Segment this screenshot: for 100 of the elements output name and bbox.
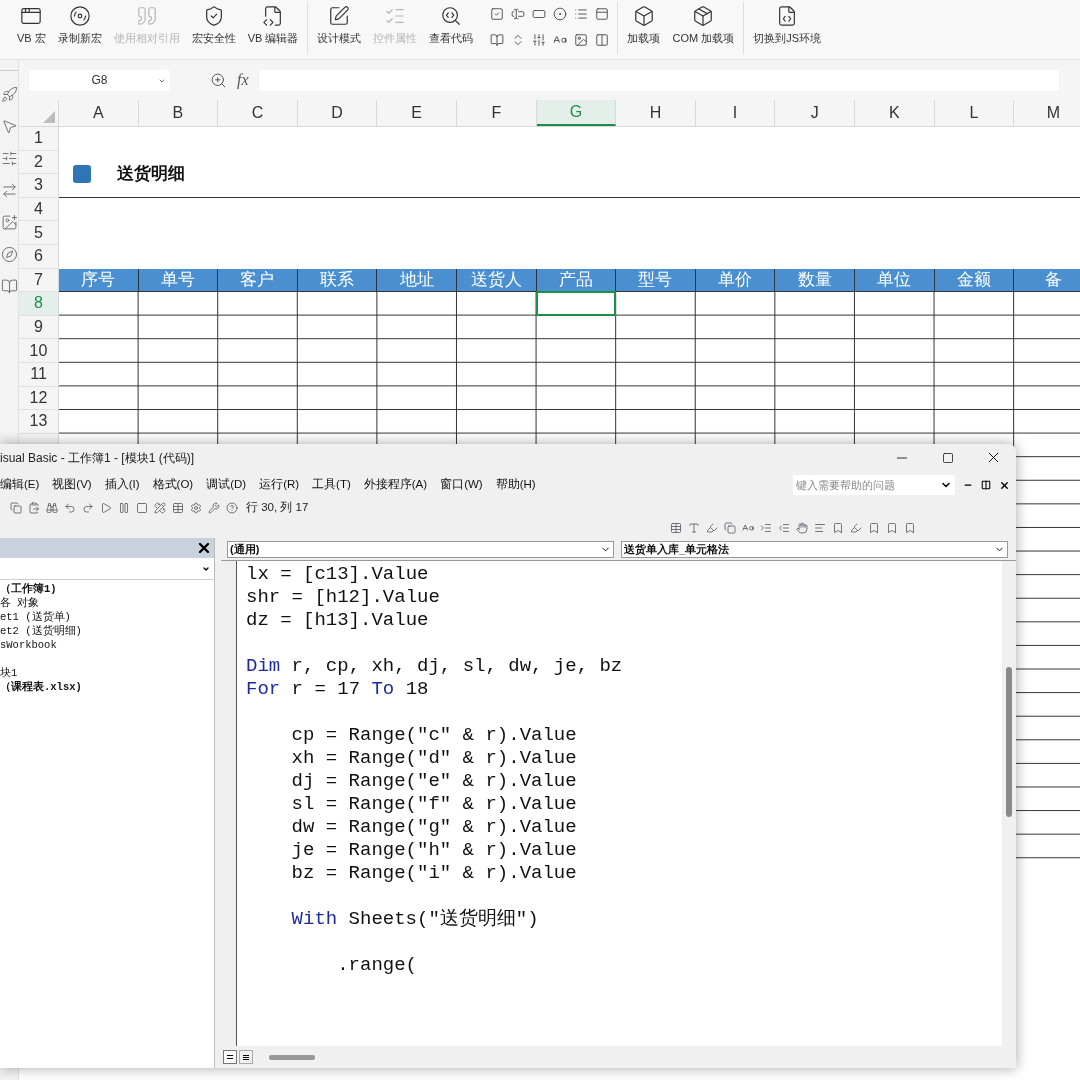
module-view-toggle[interactable] bbox=[239, 1050, 253, 1064]
play-icon[interactable] bbox=[100, 502, 112, 514]
ribbon-button[interactable]: 设计模式 bbox=[312, 2, 367, 54]
object-dropdown[interactable]: (通用) bbox=[227, 540, 614, 558]
redo-icon[interactable] bbox=[82, 502, 94, 514]
menu-item[interactable]: 窗口(W) bbox=[440, 476, 483, 494]
copy-icon[interactable] bbox=[724, 522, 736, 534]
column-header[interactable]: C bbox=[218, 100, 298, 126]
menu-item[interactable]: 编辑(E) bbox=[0, 476, 40, 494]
button-shape-icon[interactable] bbox=[532, 7, 547, 21]
ribbon-button[interactable]: 查看代码 bbox=[424, 2, 479, 54]
column-header[interactable]: M bbox=[1014, 100, 1080, 126]
column-header[interactable]: A bbox=[59, 100, 139, 126]
bookmark-icon[interactable] bbox=[832, 522, 844, 534]
function-label[interactable]: fx bbox=[237, 68, 249, 92]
close-icon[interactable] bbox=[999, 479, 1010, 491]
radio-icon[interactable] bbox=[553, 7, 568, 21]
row-header[interactable]: 4 bbox=[19, 197, 58, 222]
compass-icon[interactable] bbox=[0, 246, 18, 263]
menu-item[interactable]: 视图(V) bbox=[52, 476, 92, 494]
ribbon-button[interactable]: VB 编辑器 bbox=[242, 2, 304, 54]
menu-item[interactable]: 外接程序(A) bbox=[363, 476, 428, 494]
binoculars-icon[interactable] bbox=[46, 502, 58, 514]
procedure-view-toggle[interactable] bbox=[223, 1050, 237, 1064]
outdent-icon[interactable] bbox=[778, 522, 790, 534]
menu-item[interactable]: 运行(R) bbox=[259, 476, 300, 494]
sliders-icon[interactable] bbox=[0, 150, 18, 167]
project-tree-item[interactable]: （课程表.xlsx) bbox=[0, 680, 214, 694]
ribbon-button[interactable]: VB 宏 bbox=[12, 2, 51, 54]
row-header[interactable]: 13 bbox=[19, 410, 58, 434]
indent-icon[interactable] bbox=[760, 522, 772, 534]
column-header[interactable]: G bbox=[536, 100, 617, 126]
menu-item[interactable]: 工具(T) bbox=[312, 476, 351, 494]
menu-item[interactable]: 帮助(H) bbox=[495, 476, 536, 494]
book-icon[interactable] bbox=[0, 278, 18, 295]
project-tree-item[interactable]: 各 对象 bbox=[0, 596, 214, 610]
row-header[interactable]: 6 bbox=[19, 244, 58, 269]
image-icon[interactable] bbox=[574, 33, 589, 47]
row-header[interactable]: 3 bbox=[19, 174, 58, 198]
row-header[interactable]: 5 bbox=[19, 221, 58, 245]
row-header[interactable]: 1 bbox=[19, 127, 58, 151]
row-header[interactable]: 12 bbox=[19, 386, 58, 411]
undo-icon[interactable] bbox=[64, 502, 76, 514]
maximize-icon[interactable] bbox=[942, 452, 954, 464]
column-header[interactable]: F bbox=[456, 100, 537, 126]
project-tree-item[interactable]: et2 (送货明细) bbox=[0, 624, 214, 638]
code-editor[interactable] bbox=[237, 561, 1002, 1046]
selected-cell[interactable] bbox=[535, 291, 617, 316]
zoom-icon[interactable] bbox=[210, 71, 227, 89]
copy-icon[interactable] bbox=[10, 502, 22, 514]
text-case-icon[interactable] bbox=[742, 522, 754, 534]
hand-icon[interactable] bbox=[796, 522, 808, 534]
table-icon[interactable] bbox=[670, 522, 682, 534]
combo-box-icon[interactable] bbox=[595, 7, 610, 21]
row-header[interactable]: 8 bbox=[19, 292, 58, 316]
pause-icon[interactable] bbox=[118, 502, 130, 514]
column-header[interactable]: B bbox=[138, 100, 219, 126]
align-icon[interactable] bbox=[814, 522, 826, 534]
ribbon-button[interactable]: 宏安全性 bbox=[186, 2, 241, 54]
bookmark-icon[interactable] bbox=[904, 522, 916, 534]
checkbox-icon[interactable] bbox=[490, 7, 505, 21]
table-icon[interactable] bbox=[172, 502, 184, 514]
bookmark-icon[interactable] bbox=[886, 522, 898, 534]
scrollbar-icon[interactable] bbox=[532, 33, 547, 47]
ribbon-button[interactable]: 录制新宏 bbox=[52, 2, 107, 54]
column-header[interactable]: D bbox=[297, 100, 378, 126]
wrench-icon[interactable] bbox=[208, 502, 220, 514]
column-header[interactable]: H bbox=[616, 100, 696, 126]
paste-icon[interactable] bbox=[28, 502, 40, 514]
column-header[interactable]: L bbox=[934, 100, 1015, 126]
row-header[interactable]: 11 bbox=[19, 362, 58, 387]
list-icon[interactable] bbox=[574, 7, 589, 21]
project-tree-item[interactable]: 块1 bbox=[0, 666, 214, 680]
row-header[interactable]: 10 bbox=[19, 339, 58, 363]
column-header[interactable]: E bbox=[377, 100, 457, 126]
pointer-icon[interactable] bbox=[0, 118, 18, 135]
swap-icon[interactable] bbox=[0, 182, 18, 199]
bookmark-icon[interactable] bbox=[868, 522, 880, 534]
project-tree-item[interactable]: （工作簿1) bbox=[0, 582, 214, 596]
close-icon[interactable] bbox=[196, 540, 212, 556]
menu-item[interactable]: 调试(D) bbox=[206, 476, 247, 494]
menu-item[interactable]: 插入(I) bbox=[104, 476, 140, 494]
stop-icon[interactable] bbox=[136, 502, 148, 514]
help-search-field[interactable]: 键入需要帮助的问题 bbox=[793, 475, 955, 495]
column-header[interactable]: I bbox=[695, 100, 776, 126]
ruler-icon[interactable] bbox=[154, 502, 166, 514]
help-icon[interactable] bbox=[226, 502, 238, 514]
settings-icon[interactable] bbox=[190, 502, 202, 514]
column-header[interactable]: K bbox=[854, 100, 935, 126]
ribbon-button[interactable]: 切换到JS环境 bbox=[748, 2, 827, 54]
text-icon[interactable] bbox=[688, 522, 700, 534]
restore-icon[interactable] bbox=[981, 480, 991, 490]
frame-icon[interactable] bbox=[595, 33, 610, 47]
procedure-dropdown[interactable]: 送货单入库_单元格法 bbox=[621, 540, 1008, 558]
book-icon[interactable] bbox=[490, 33, 505, 47]
ribbon-button[interactable]: 加载项 bbox=[622, 2, 666, 54]
image-icon[interactable] bbox=[0, 214, 18, 231]
text-field-icon[interactable] bbox=[511, 7, 526, 21]
highlighter-icon[interactable] bbox=[850, 522, 862, 534]
project-tree-item[interactable]: sWorkbook bbox=[0, 638, 214, 652]
